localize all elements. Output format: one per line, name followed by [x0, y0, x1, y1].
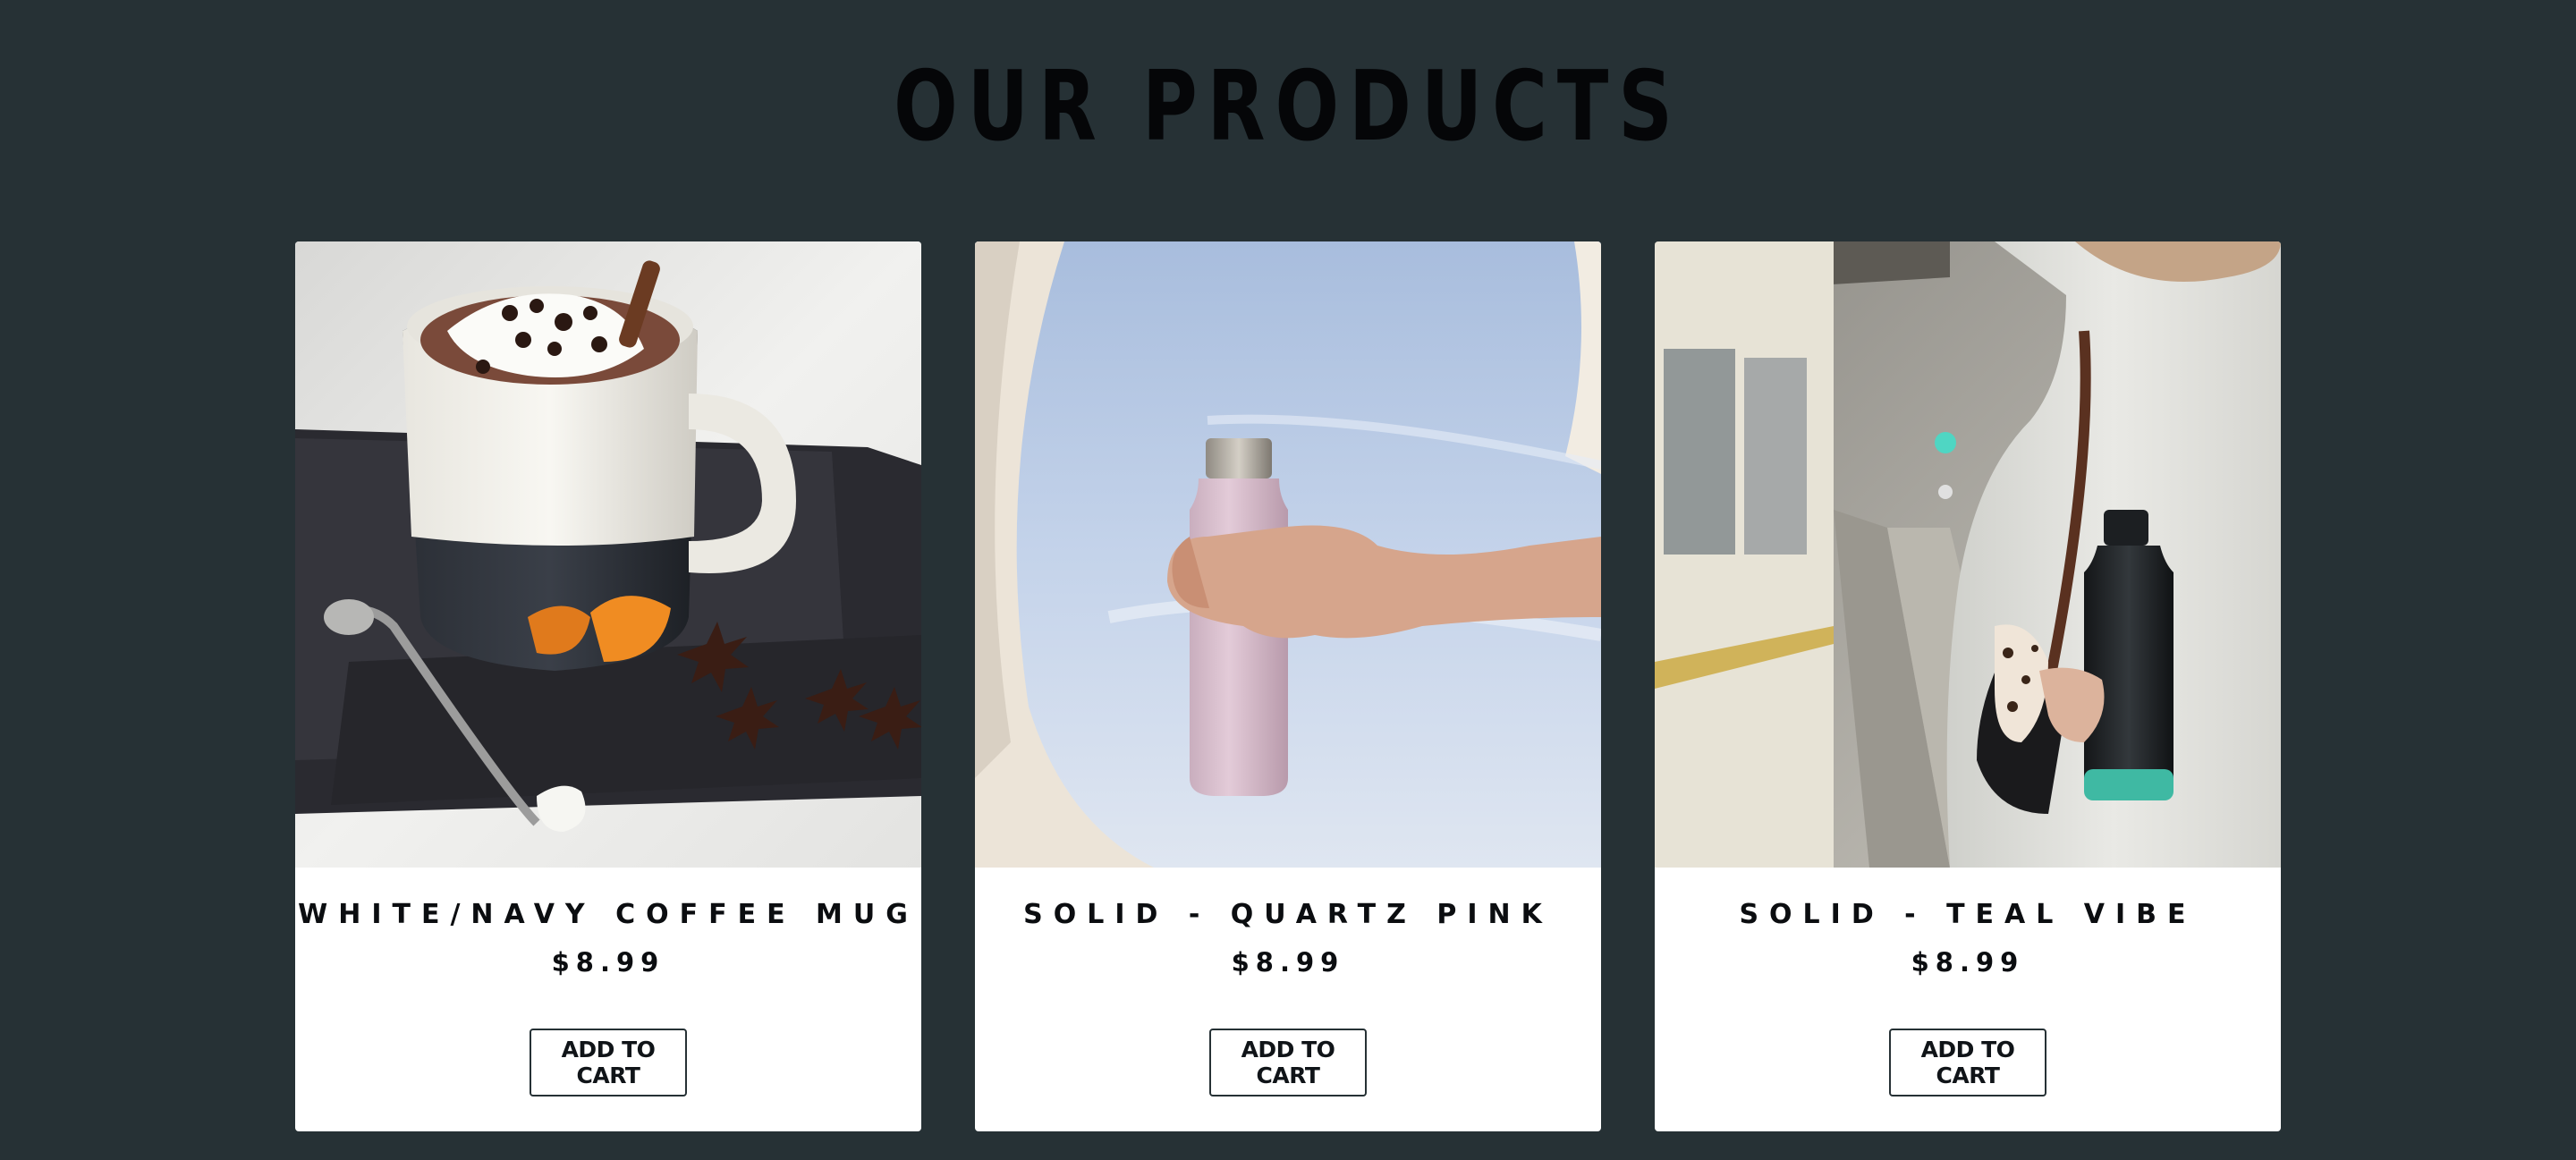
product-price: $8.99 [1911, 947, 2025, 978]
product-name[interactable]: WHITE/NAVY COFFEE MUG [295, 899, 921, 930]
add-to-cart-button[interactable]: ADD TO CART [530, 1029, 687, 1096]
product-card-quartz-pink: SOLID - QUARTZ PINK $8.99 ADD TO CART [975, 241, 1601, 1131]
product-card-teal-vibe: SOLID - TEAL VIBE $8.99 ADD TO CART [1655, 241, 2281, 1131]
pink-bottle-photo [975, 241, 1601, 868]
coffee-mug-photo [295, 241, 921, 868]
product-image-teal-vibe[interactable] [1655, 241, 2281, 868]
teal-bottle-photo [1655, 241, 2281, 868]
product-image-coffee-mug[interactable] [295, 241, 921, 868]
add-to-cart-button[interactable]: ADD TO CART [1889, 1029, 2046, 1096]
product-price: $8.99 [551, 947, 665, 978]
page-title: OUR PRODUCTS [894, 51, 1682, 163]
product-image-quartz-pink[interactable] [975, 241, 1601, 868]
product-name[interactable]: SOLID - QUARTZ PINK [975, 899, 1601, 930]
product-grid: WHITE/NAVY COFFEE MUG $8.99 ADD TO CART [295, 241, 2281, 1131]
add-to-cart-button[interactable]: ADD TO CART [1209, 1029, 1367, 1096]
product-name[interactable]: SOLID - TEAL VIBE [1655, 899, 2281, 930]
product-card-coffee-mug: WHITE/NAVY COFFEE MUG $8.99 ADD TO CART [295, 241, 921, 1131]
product-price: $8.99 [1231, 947, 1345, 978]
